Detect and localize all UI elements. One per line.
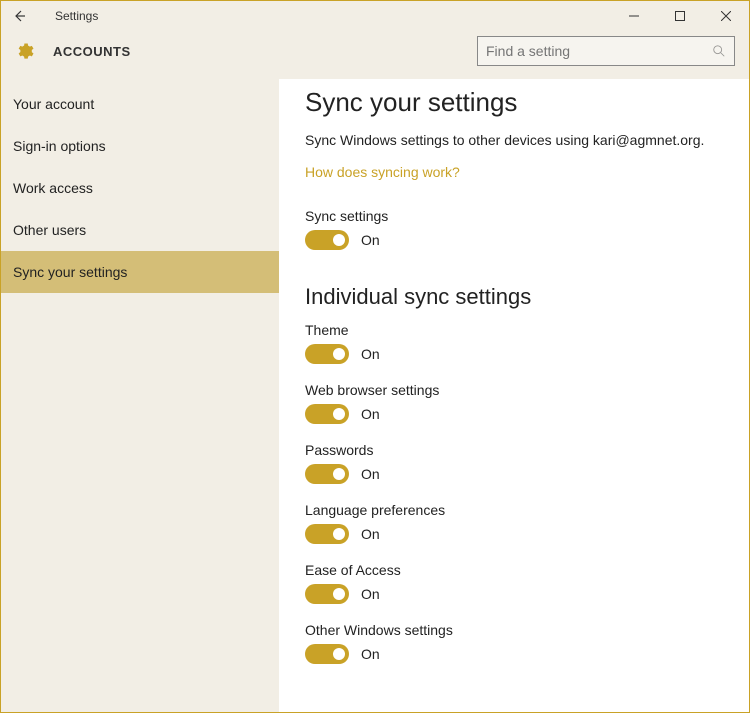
passwords-label: Passwords: [305, 442, 719, 458]
sidebar-item-sync-settings[interactable]: Sync your settings: [1, 251, 279, 293]
toggle-thumb: [333, 528, 345, 540]
sync-settings-state: On: [361, 232, 380, 248]
passwords-state: On: [361, 466, 380, 482]
other-windows-state: On: [361, 646, 380, 662]
search-input[interactable]: [486, 43, 712, 59]
maximize-button[interactable]: [657, 1, 703, 31]
titlebar: Settings: [1, 1, 749, 31]
close-icon: [721, 11, 731, 21]
language-toggle[interactable]: [305, 524, 349, 544]
passwords-toggle[interactable]: [305, 464, 349, 484]
toggle-thumb: [333, 234, 345, 246]
sidebar-item-label: Other users: [13, 222, 86, 238]
sidebar-item-label: Sync your settings: [13, 264, 127, 280]
sidebar-item-other-users[interactable]: Other users: [1, 209, 279, 251]
theme-state: On: [361, 346, 380, 362]
web-browser-toggle-row: On: [305, 404, 719, 424]
language-toggle-row: On: [305, 524, 719, 544]
ease-of-access-state: On: [361, 586, 380, 602]
window-title: Settings: [37, 9, 98, 23]
sync-settings-label: Sync settings: [305, 208, 719, 224]
minimize-icon: [629, 11, 639, 21]
content-area: Your account Sign-in options Work access…: [1, 79, 749, 712]
other-windows-toggle[interactable]: [305, 644, 349, 664]
close-button[interactable]: [703, 1, 749, 31]
toggle-thumb: [333, 468, 345, 480]
other-windows-toggle-row: On: [305, 644, 719, 664]
other-windows-label: Other Windows settings: [305, 622, 719, 638]
toggle-thumb: [333, 348, 345, 360]
window-controls: [611, 1, 749, 31]
sidebar-item-your-account[interactable]: Your account: [1, 83, 279, 125]
main-panel: Sync your settings Sync Windows settings…: [279, 79, 749, 712]
back-button[interactable]: [1, 1, 37, 31]
ease-of-access-toggle-row: On: [305, 584, 719, 604]
ease-of-access-toggle[interactable]: [305, 584, 349, 604]
arrow-left-icon: [12, 9, 26, 23]
theme-toggle[interactable]: [305, 344, 349, 364]
passwords-toggle-row: On: [305, 464, 719, 484]
search-box[interactable]: [477, 36, 735, 66]
sidebar-item-label: Your account: [13, 96, 94, 112]
maximize-icon: [675, 11, 685, 21]
toggle-thumb: [333, 648, 345, 660]
individual-heading: Individual sync settings: [305, 284, 719, 310]
page-heading: Sync your settings: [305, 87, 719, 118]
sidebar-item-work-access[interactable]: Work access: [1, 167, 279, 209]
ease-of-access-label: Ease of Access: [305, 562, 719, 578]
sidebar: Your account Sign-in options Work access…: [1, 79, 279, 712]
header: ACCOUNTS: [1, 31, 749, 79]
web-browser-state: On: [361, 406, 380, 422]
gear-icon: [13, 40, 35, 62]
search-icon: [712, 44, 726, 58]
web-browser-label: Web browser settings: [305, 382, 719, 398]
language-state: On: [361, 526, 380, 542]
sidebar-item-label: Sign-in options: [13, 138, 106, 154]
how-syncing-works-link[interactable]: How does syncing work?: [305, 164, 460, 180]
toggle-thumb: [333, 588, 345, 600]
sync-settings-toggle[interactable]: [305, 230, 349, 250]
sidebar-item-label: Work access: [13, 180, 93, 196]
sidebar-item-sign-in-options[interactable]: Sign-in options: [1, 125, 279, 167]
theme-toggle-row: On: [305, 344, 719, 364]
page-description: Sync Windows settings to other devices u…: [305, 132, 719, 148]
theme-label: Theme: [305, 322, 719, 338]
sync-settings-toggle-row: On: [305, 230, 719, 250]
minimize-button[interactable]: [611, 1, 657, 31]
language-label: Language preferences: [305, 502, 719, 518]
page-category-title: ACCOUNTS: [53, 44, 131, 59]
web-browser-toggle[interactable]: [305, 404, 349, 424]
toggle-thumb: [333, 408, 345, 420]
